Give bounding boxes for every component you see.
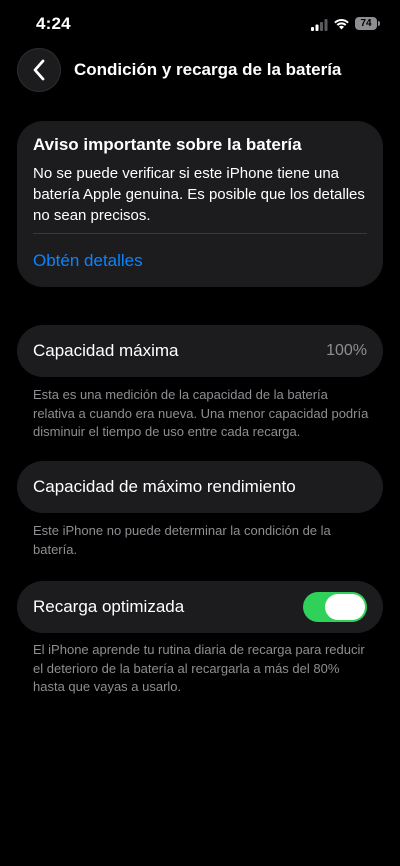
optimized-charging-row: Recarga optimizada <box>17 581 383 633</box>
battery-level: 74 <box>355 17 377 30</box>
battery-notice-card: Aviso importante sobre la batería No se … <box>17 121 383 287</box>
back-button[interactable] <box>17 48 61 92</box>
chevron-left-icon <box>33 59 45 81</box>
peak-performance-footnote: Este iPhone no puede determinar la condi… <box>33 523 331 557</box>
wifi-icon <box>334 19 349 30</box>
optimized-charging-label: Recarga optimizada <box>33 597 185 616</box>
max-capacity-footnote: Esta es una medición de la capacidad de … <box>33 387 369 439</box>
notice-title: Aviso importante sobre la batería <box>33 135 302 154</box>
toggle-knob <box>325 594 365 620</box>
optimized-charging-footnote: El iPhone aprende tu rutina diaria de re… <box>33 642 365 694</box>
cellular-signal-icon <box>311 19 328 31</box>
peak-performance-label: Capacidad de máximo rendimiento <box>33 477 296 496</box>
optimized-charging-toggle[interactable] <box>303 592 367 622</box>
page-title: Condición y recarga de la batería <box>74 60 342 79</box>
max-capacity-row: Capacidad máxima 100% <box>17 325 383 377</box>
status-bar: 4:24 74 <box>0 0 400 50</box>
max-capacity-value: 100% <box>326 342 367 359</box>
divider <box>33 233 367 234</box>
battery-icon: 74 <box>355 17 381 31</box>
status-time: 4:24 <box>36 14 71 33</box>
peak-performance-row[interactable]: Capacidad de máximo rendimiento <box>17 461 383 513</box>
notice-body: No se puede verificar si este iPhone tie… <box>33 165 365 224</box>
get-details-link[interactable]: Obtén detalles <box>33 251 143 271</box>
max-capacity-label: Capacidad máxima <box>33 341 179 360</box>
